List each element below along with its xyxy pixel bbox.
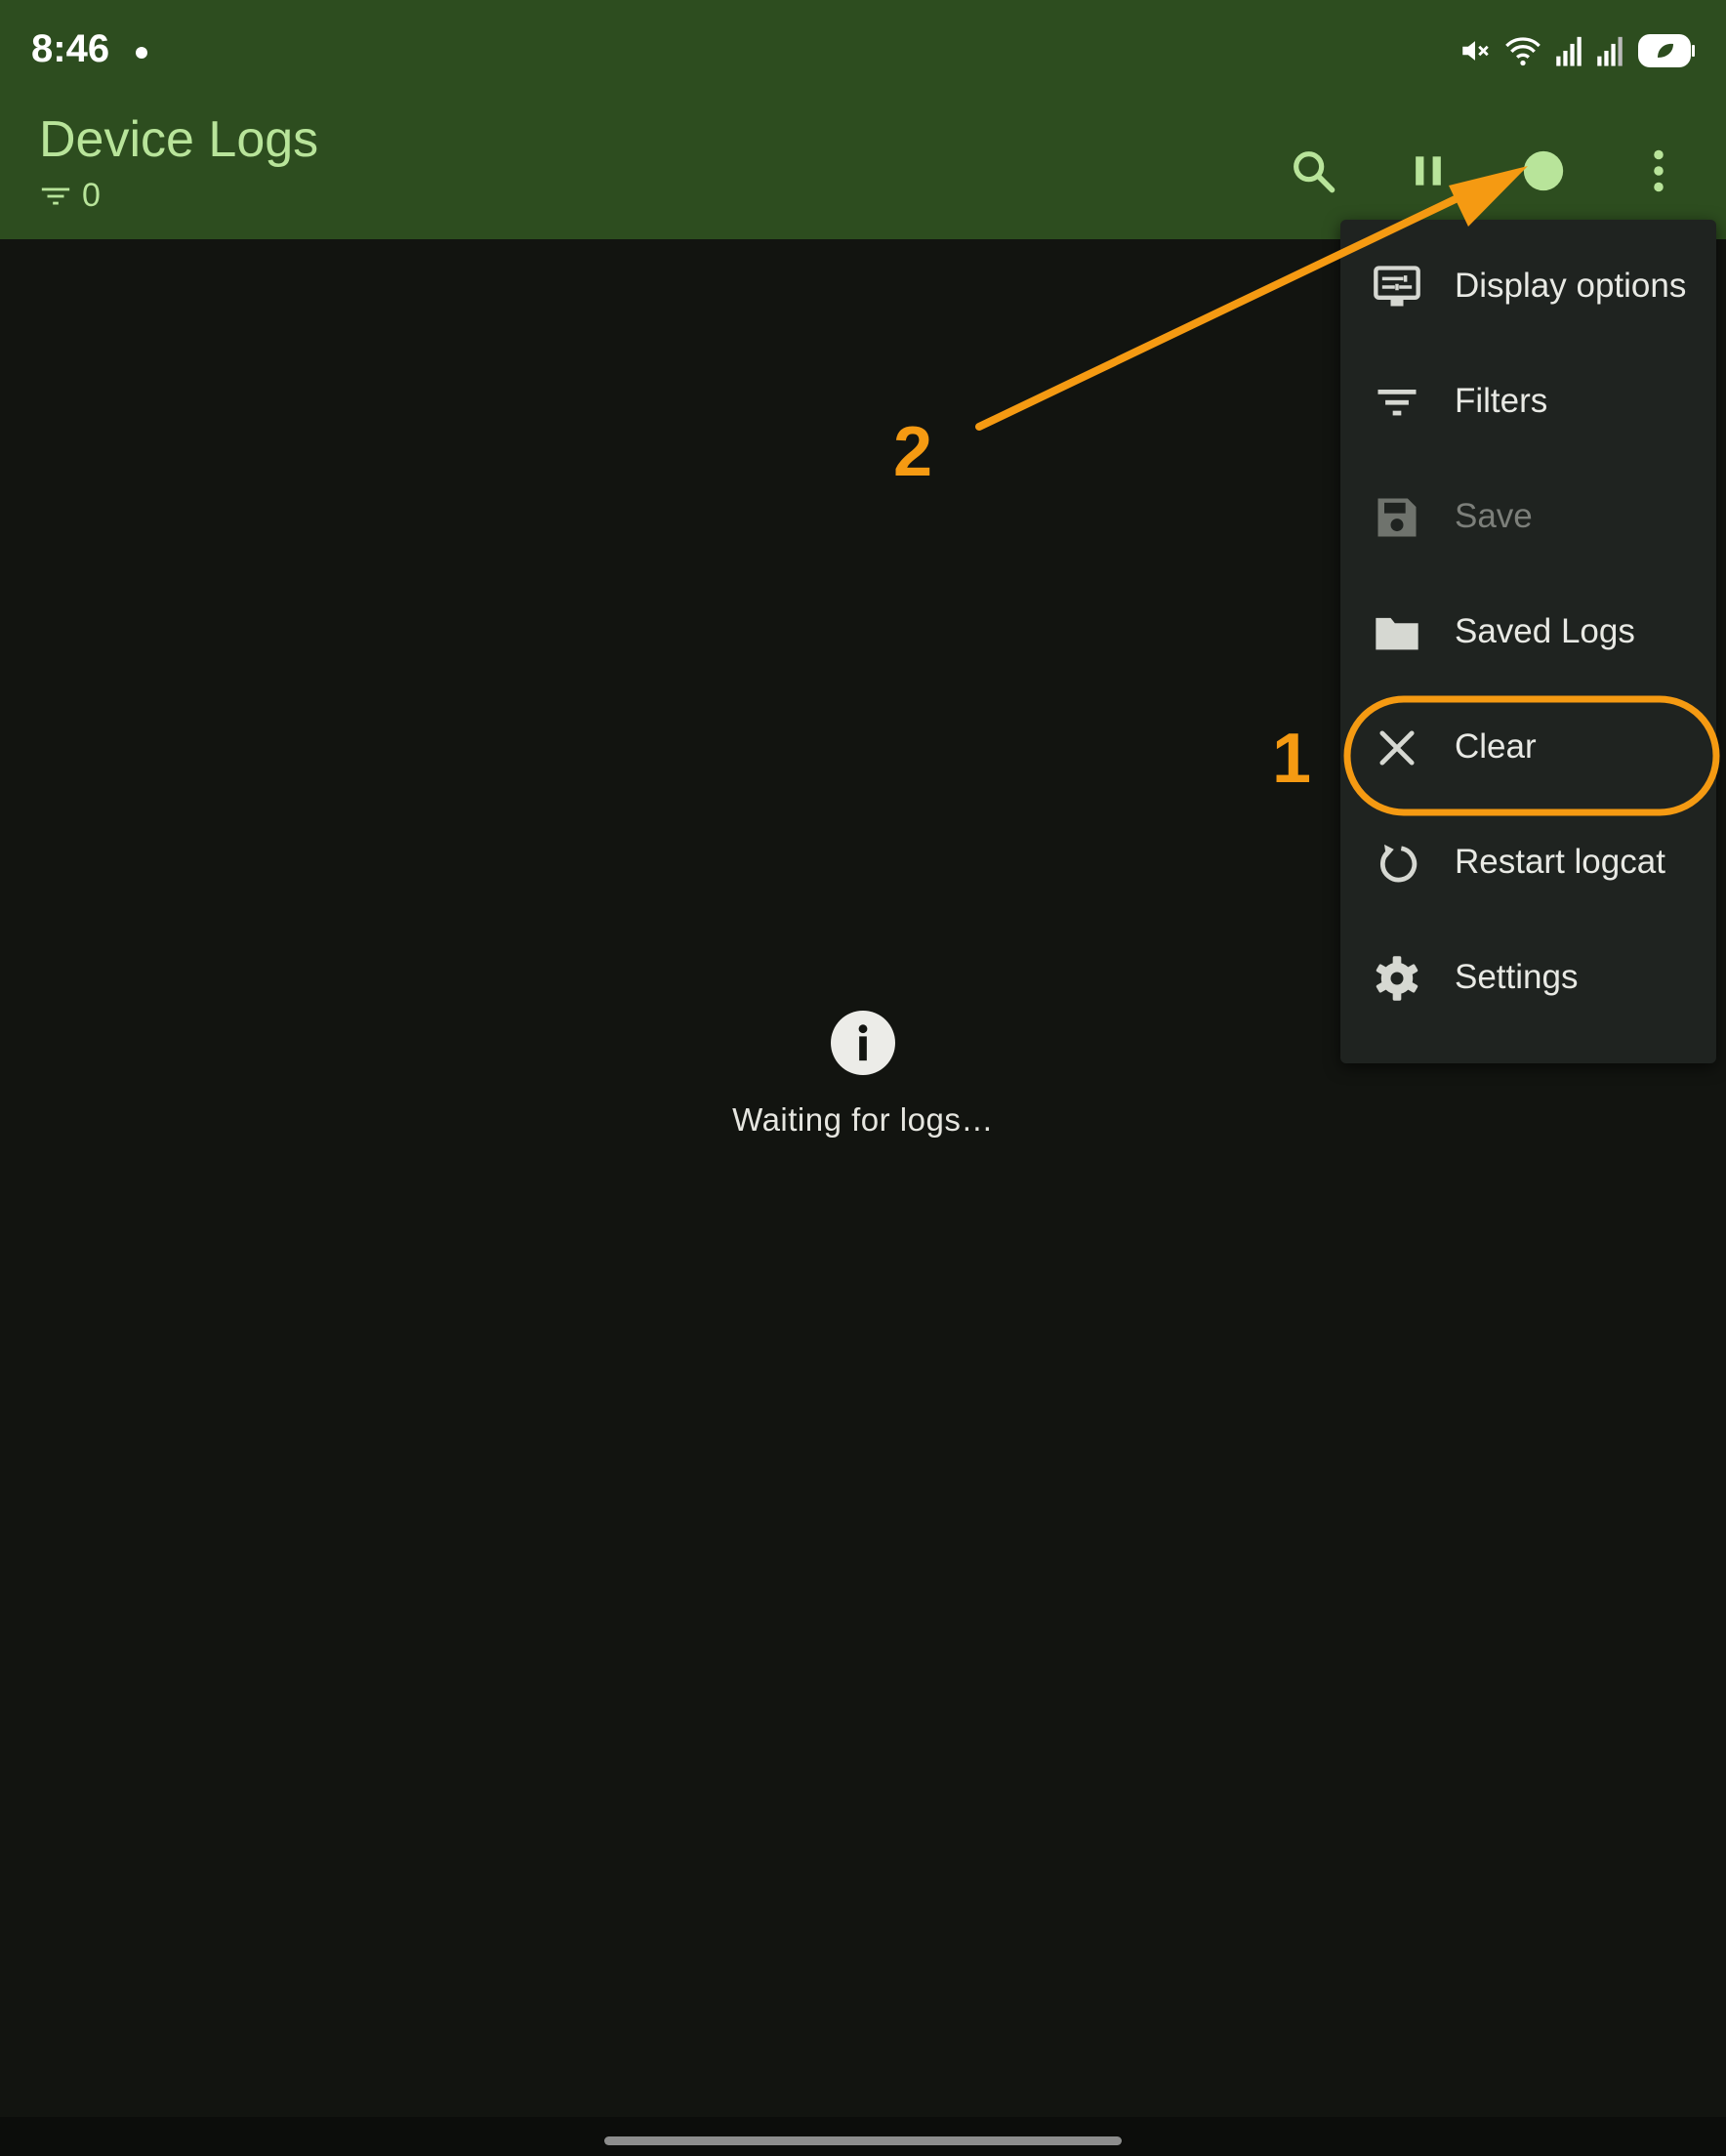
menu-item-label: Clear [1455, 727, 1537, 766]
mute-icon [1462, 41, 1489, 61]
filter-icon [1377, 390, 1417, 416]
empty-state-text: Waiting for logs… [732, 1101, 994, 1138]
annotation-number-2: 2 [893, 413, 933, 491]
menu-item-label: Display options [1455, 267, 1687, 305]
save-icon [1377, 498, 1417, 537]
pause-icon [1416, 156, 1441, 186]
annotation-number-1: 1 [1272, 720, 1312, 798]
filter-count: 0 [82, 177, 101, 214]
menu-item-label: Filters [1455, 382, 1548, 420]
status-icons [1459, 27, 1697, 74]
menu-item-filters[interactable]: Filters [1340, 345, 1716, 460]
menu-item-saved-logs[interactable]: Saved Logs [1340, 575, 1716, 690]
info-icon [831, 1011, 895, 1075]
menu-item-restart-logcat[interactable]: Restart logcat [1340, 806, 1716, 921]
search-button[interactable] [1274, 132, 1352, 210]
status-bar: 8:46 [0, 0, 1726, 103]
page-title: Device Logs [39, 111, 319, 168]
pause-button[interactable] [1389, 132, 1467, 210]
gear-icon [1376, 956, 1418, 1001]
menu-item-label: Settings [1455, 958, 1579, 996]
display-options-icon [1374, 266, 1420, 307]
menu-item-label: Saved Logs [1455, 612, 1635, 650]
menu-item-display-options[interactable]: Display options [1340, 229, 1716, 345]
status-time: 8:46 [31, 27, 110, 70]
signal-icon [1597, 36, 1623, 66]
restart-icon [1379, 844, 1418, 883]
wifi-icon [1505, 37, 1541, 66]
home-indicator[interactable] [604, 2136, 1122, 2145]
notification-dot-icon [136, 47, 147, 59]
battery-saver-icon [1638, 34, 1695, 67]
menu-item-label: Restart logcat [1455, 843, 1665, 881]
filter-icon [41, 187, 70, 204]
search-icon [1294, 151, 1336, 193]
more-options-button[interactable] [1620, 132, 1698, 210]
menu-item-save[interactable]: Save [1340, 460, 1716, 575]
menu-item-settings[interactable]: Settings [1340, 921, 1716, 1036]
recording-status-button[interactable] [1504, 132, 1582, 210]
more-vert-icon [1654, 149, 1664, 192]
navigation-bar [0, 2117, 1726, 2156]
app-bar: Device Logs 0 [0, 103, 1726, 239]
menu-item-clear[interactable]: Clear [1340, 690, 1716, 806]
close-icon [1379, 730, 1415, 766]
folder-icon [1376, 617, 1418, 650]
overflow-menu: Display options Filters Save Saved Logs … [1340, 220, 1716, 1063]
filter-count-indicator: 0 [39, 177, 101, 215]
signal-icon [1556, 36, 1582, 66]
menu-item-label: Save [1455, 497, 1533, 535]
recording-status-icon [1523, 150, 1564, 191]
